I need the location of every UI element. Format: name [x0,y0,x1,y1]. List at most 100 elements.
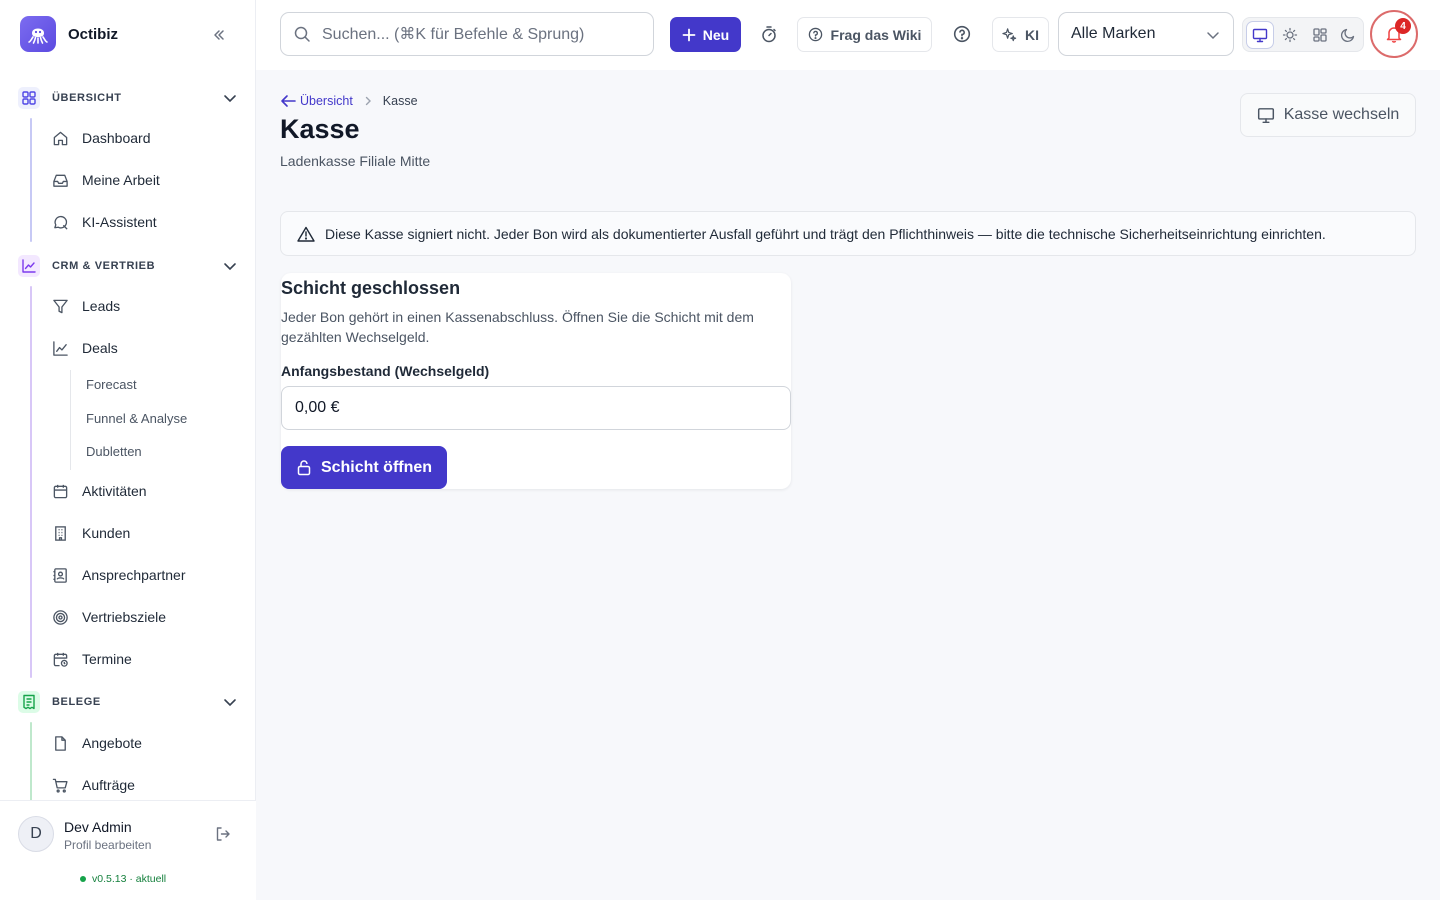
new-button[interactable]: Neu [670,17,741,52]
topbar: Suchen... (⌘K für Befehle & Sprung) Neu … [256,0,1440,70]
collapse-sidebar-button[interactable] [208,24,230,46]
notifications-button[interactable]: 4 [1370,10,1418,58]
home-icon [50,128,70,148]
section-label: CRM & VERTRIEB [52,260,156,272]
switch-register-label: Kasse wechseln [1283,106,1400,123]
brand[interactable]: Octibiz [20,16,118,52]
ask-wiki-button[interactable]: Frag das Wiki [797,17,932,52]
search-placeholder: Suchen... (⌘K für Befehle & Sprung) [322,26,585,43]
logout-button[interactable] [214,825,232,843]
sidebar-item-label: Meine Arbeit [82,172,160,188]
timer-button[interactable] [757,22,781,46]
sidebar-item-angebote[interactable]: Angebote [50,729,142,757]
sidebar-item-label: Leads [82,298,121,314]
chevron-down-icon [222,258,238,274]
version-text: v0.5.13 · aktuell [92,873,167,885]
shift-card: Schicht geschlossen Jeder Bon gehört in … [281,273,791,489]
section-belege[interactable]: BELEGE [18,690,242,714]
sun-icon [1282,27,1298,43]
sidebar-item-aktivitaeten[interactable]: Aktivitäten [50,477,147,505]
building-icon [50,523,70,543]
open-shift-button[interactable]: Schicht öffnen [281,446,447,489]
arrow-left-icon [281,95,296,107]
page-title: Kasse [280,114,360,144]
opening-balance-input[interactable]: 0,00 € [281,386,791,430]
sidebar-subitem-funnel-analyse[interactable]: Funnel & Analyse [86,409,187,429]
target-icon [50,607,70,627]
edit-profile-link[interactable]: Profil bearbeiten [64,838,151,852]
inbox-icon [50,170,70,190]
sidebar-item-deals[interactable]: Deals [50,334,118,362]
shift-card-title: Schicht geschlossen [281,278,461,298]
section-guide-line [30,722,32,800]
sidebar-item-label: Termine [82,651,132,667]
logout-icon [216,827,230,841]
theme-dark-button[interactable] [1335,22,1361,48]
help-circle-icon [808,27,823,42]
sidebar-item-kunden[interactable]: Kunden [50,519,130,547]
avatar[interactable]: D [18,816,54,852]
sidebar-footer: D Dev Admin Profil bearbeiten v0.5.13 · … [0,800,256,900]
plus-icon [682,28,696,42]
sidebar-item-ansprechpartner[interactable]: Ansprechpartner [50,561,186,589]
section-crm-vertrieb[interactable]: CRM & VERTRIEB [18,254,242,278]
sidebar-item-leads[interactable]: Leads [50,292,120,320]
signature-warning-alert: Diese Kasse signiert nicht. Jeder Bon wi… [280,211,1416,256]
ask-wiki-label: Frag das Wiki [830,26,922,43]
cart-icon [50,775,70,795]
receipt-icon [18,691,40,713]
warning-triangle-icon [297,226,315,242]
breadcrumb-current: Kasse [382,94,418,108]
brand-select[interactable]: Alle Marken [1058,12,1234,56]
ai-button[interactable]: KI [992,17,1049,52]
alert-text: Diese Kasse signiert nicht. Jeder Bon wi… [325,225,1326,242]
sidebar-item-termine[interactable]: Termine [50,645,132,673]
sidebar-subitem-forecast[interactable]: Forecast [86,375,137,395]
calendar-clock-icon [50,649,70,669]
sidebar-item-label: Angebote [82,735,142,751]
sidebar-item-ki-assistent[interactable]: KI-Assistent [50,208,157,236]
subnav-guide-line [70,370,71,470]
search-icon [293,25,311,43]
theme-layout-button[interactable] [1307,22,1333,48]
section-label: BELEGE [52,696,101,708]
sidebar-item-label: KI-Assistent [82,214,157,230]
grid-icon [18,87,40,109]
sidebar-item-label: Ansprechpartner [82,567,186,583]
chart-icon [50,338,70,358]
chat-icon [50,212,70,232]
sidebar-item-dashboard[interactable]: Dashboard [50,124,151,152]
section-uebersicht[interactable]: ÜBERSICHT [18,86,242,110]
main-content: Übersicht Kasse Kasse Ladenkasse Filiale… [256,70,1440,900]
help-button[interactable] [950,22,974,46]
sidebar-item-label: Aktivitäten [82,483,147,499]
sidebar-item-label: Deals [82,340,118,356]
search-input[interactable]: Suchen... (⌘K für Befehle & Sprung) [280,12,654,56]
user-name: Dev Admin [64,819,132,835]
sidebar-item-vertriebsziele[interactable]: Vertriebsziele [50,603,166,631]
shift-card-description: Jeder Bon gehört in einen Kassenabschlus… [281,309,754,345]
theme-system-button[interactable] [1247,22,1273,48]
ai-button-label: KI [1025,26,1039,43]
version-status: v0.5.13 · aktuell [80,873,166,885]
layout-icon [1313,28,1327,42]
theme-light-button[interactable] [1277,22,1303,48]
sidebar-subitem-dubletten[interactable]: Dubletten [86,442,142,462]
lock-open-icon [296,459,312,476]
monitor-icon [1257,106,1275,124]
brand-select-value: Alle Marken [1071,25,1156,42]
chevrons-left-icon [214,30,224,40]
help-icon [953,25,971,43]
open-shift-label: Schicht öffnen [320,458,433,476]
filter-icon [50,296,70,316]
notification-count-badge: 4 [1395,18,1411,34]
brand-name: Octibiz [68,25,119,43]
sidebar-item-meine-arbeit[interactable]: Meine Arbeit [50,166,160,194]
chevron-right-icon [363,96,373,106]
switch-register-button[interactable]: Kasse wechseln [1240,93,1416,137]
breadcrumb-back-link[interactable]: Übersicht [280,94,353,108]
calendar-icon [50,481,70,501]
sidebar-item-auftraege[interactable]: Aufträge [50,771,135,799]
section-label: ÜBERSICHT [52,92,122,104]
chevron-down-icon [1205,27,1221,43]
